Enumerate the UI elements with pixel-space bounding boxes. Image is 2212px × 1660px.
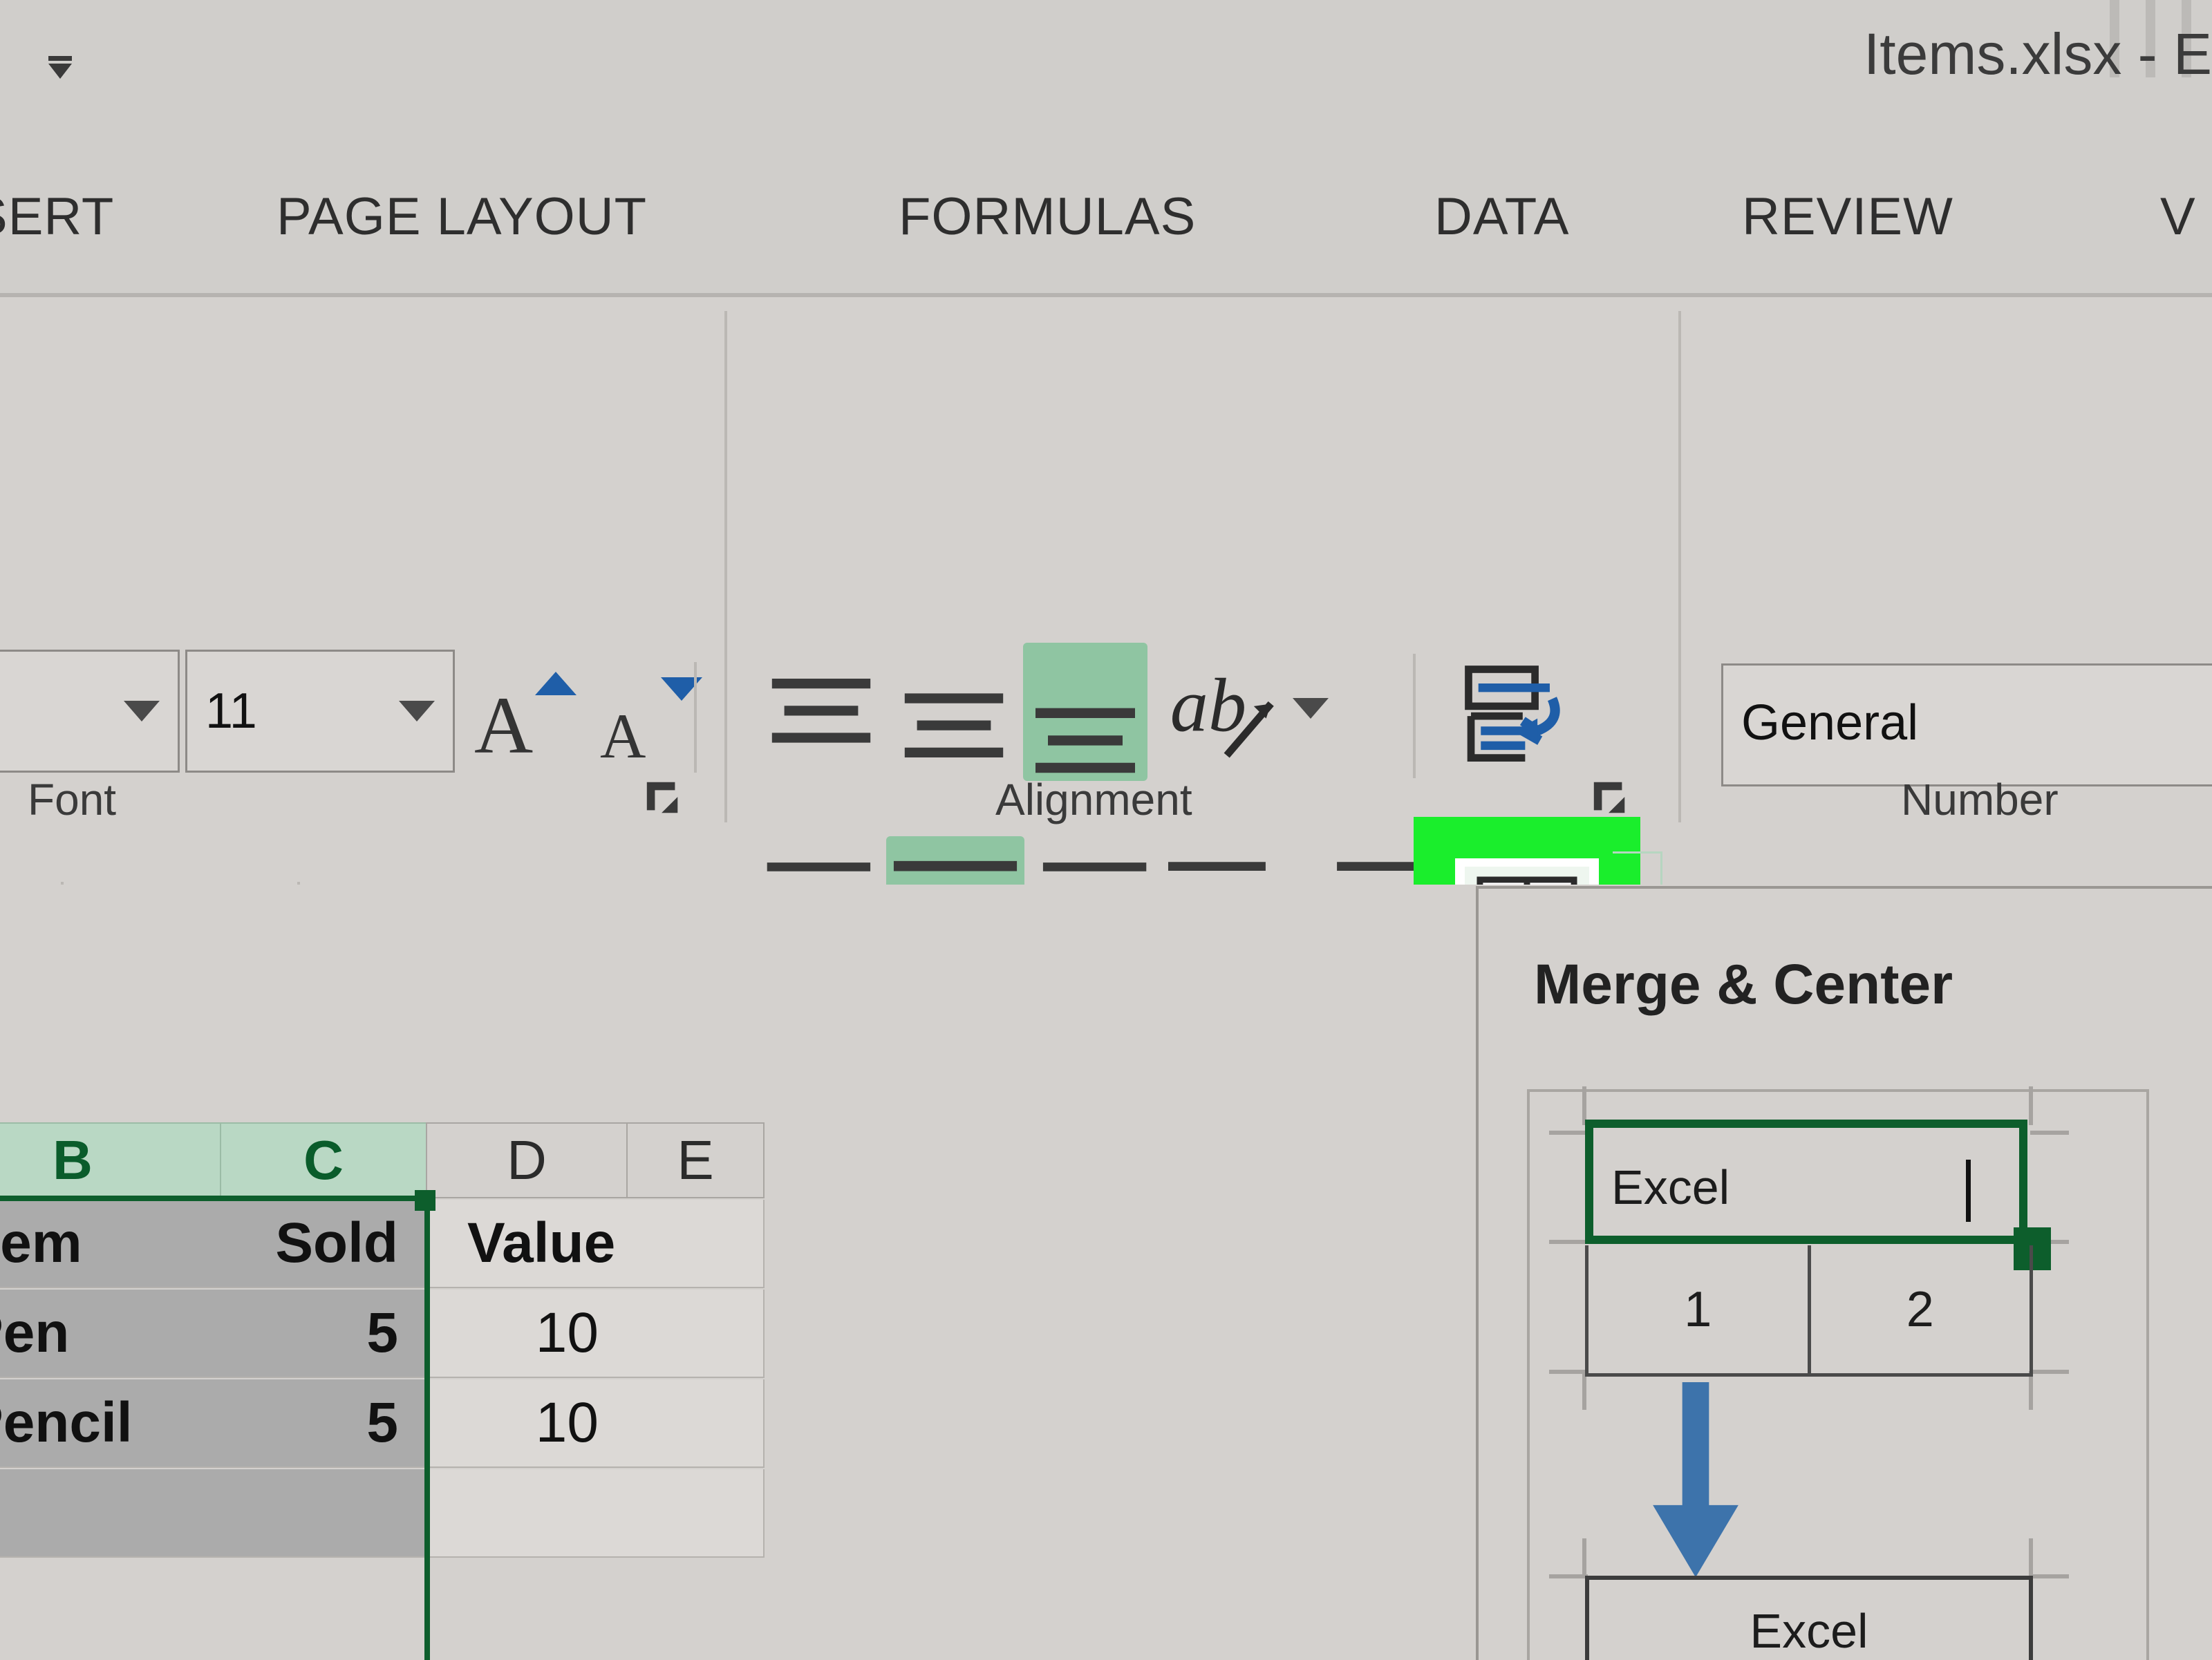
cell-b-pen[interactable]: Pen — [0, 1290, 221, 1378]
group-divider — [724, 311, 727, 822]
font-size-combo[interactable]: 11 — [185, 650, 455, 773]
tab-insert[interactable]: SERT — [0, 187, 114, 247]
alignment-dialog-launcher-icon[interactable] — [1590, 778, 1630, 818]
tooltip-result-cell: Excel — [1585, 1576, 2033, 1660]
cell-d-pencil[interactable]: 10 — [426, 1379, 628, 1468]
tooltip-title: Merge & Center — [1534, 953, 1953, 1016]
column-header-c[interactable]: C — [220, 1122, 427, 1198]
selection-border-top — [0, 1196, 427, 1201]
cell-b-pencil[interactable]: Pencil — [0, 1379, 221, 1468]
font-name-combo[interactable] — [0, 650, 180, 773]
tooltip-cell-2: 2 — [1906, 1281, 1934, 1337]
cell-d-row4[interactable] — [426, 1469, 628, 1558]
cell-e-row2[interactable] — [626, 1290, 765, 1378]
cell-d-pen[interactable]: 10 — [426, 1290, 628, 1378]
top-align-icon — [771, 679, 871, 743]
selection-border-right — [424, 1196, 430, 1660]
chevron-down-icon — [124, 701, 160, 721]
excel-window: Items.xlsx - E SERT PAGE LAYOUT FORMULAS… — [0, 0, 2212, 1660]
group-label-font: Font — [28, 775, 117, 824]
wrap-text-icon — [1465, 666, 1560, 762]
merge-center-tooltip: Merge & Center Excel 1 2 Excel — [1476, 886, 2212, 1660]
qat-customize-icon[interactable] — [43, 50, 77, 84]
tab-review[interactable]: REVIEW — [1742, 187, 1953, 247]
cell-c-pencil[interactable]: 5 — [220, 1379, 427, 1468]
chevron-down-icon — [399, 701, 435, 721]
toolbar-divider — [1413, 654, 1416, 778]
toolbar-divider — [694, 662, 697, 773]
title-bar: Items.xlsx - E — [0, 0, 2212, 151]
number-format-value: General — [1741, 695, 1919, 751]
wrap-text-button[interactable] — [1445, 650, 1576, 773]
cell-c-sold[interactable]: Sold — [220, 1200, 427, 1288]
column-header-b[interactable]: B — [0, 1122, 221, 1198]
bottom-align-button[interactable] — [1023, 643, 1147, 781]
orientation-icon: ab — [1170, 663, 1274, 758]
tooltip-source-cell-text: Excel — [1611, 1160, 1730, 1214]
ribbon-tab-bar: SERT PAGE LAYOUT FORMULAS DATA REVIEW V — [0, 151, 2212, 297]
tab-page-layout[interactable]: PAGE LAYOUT — [276, 187, 647, 247]
group-label-number: Number — [1901, 775, 2059, 824]
font-size-value: 11 — [205, 683, 257, 739]
cell-e-row4[interactable] — [626, 1469, 765, 1558]
document-title: Items.xlsx - E — [1863, 21, 2212, 86]
cell-c-row4[interactable] — [220, 1469, 427, 1558]
cell-b-row4[interactable] — [0, 1469, 221, 1558]
cell-c-pen[interactable]: 5 — [220, 1290, 427, 1378]
group-divider — [1678, 311, 1681, 822]
arrow-down-icon — [1653, 1382, 1738, 1578]
selection-handle[interactable] — [415, 1190, 435, 1211]
tooltip-cell-1: 1 — [1588, 1245, 1811, 1373]
svg-text:ab: ab — [1170, 663, 1246, 747]
cell-e-row3[interactable] — [626, 1379, 765, 1468]
chevron-down-icon[interactable] — [1293, 698, 1329, 719]
bottom-align-icon — [1035, 708, 1135, 773]
cell-d-value[interactable]: Value — [426, 1200, 628, 1288]
tooltip-illustration: Excel 1 2 Excel — [1527, 1086, 2149, 1660]
tooltip-down-arrow — [1640, 1382, 1751, 1583]
cell-b-item[interactable]: Item — [0, 1200, 221, 1288]
number-format-combo[interactable]: General — [1721, 663, 2212, 786]
tab-data[interactable]: DATA — [1434, 187, 1569, 247]
column-header-d[interactable]: D — [426, 1122, 628, 1198]
letter-a-icon: A — [474, 680, 534, 771]
middle-align-button[interactable] — [892, 657, 1016, 780]
text-cursor-icon — [1966, 1160, 1971, 1222]
increase-font-size-button[interactable]: A — [467, 662, 585, 773]
top-align-button[interactable] — [759, 657, 883, 780]
orientation-button[interactable]: ab — [1161, 650, 1300, 773]
middle-align-icon — [904, 693, 1004, 757]
ribbon-home-content: 11 A A ab General Font Alignment Number — [0, 297, 2212, 1037]
tooltip-source-cell: Excel — [1585, 1120, 2027, 1244]
tab-formulas[interactable]: FORMULAS — [899, 187, 1196, 247]
cell-e-row1[interactable] — [626, 1200, 765, 1288]
font-dialog-launcher-icon[interactable] — [643, 778, 683, 818]
decrease-font-size-button[interactable]: A — [593, 662, 711, 773]
column-header-e[interactable]: E — [626, 1122, 765, 1198]
tab-view[interactable]: V — [2160, 187, 2196, 247]
tooltip-cells-row: 1 2 — [1585, 1245, 2033, 1377]
group-label-alignment: Alignment — [995, 775, 1192, 824]
triangle-up-icon — [535, 672, 577, 695]
letter-a-icon: A — [600, 701, 646, 771]
